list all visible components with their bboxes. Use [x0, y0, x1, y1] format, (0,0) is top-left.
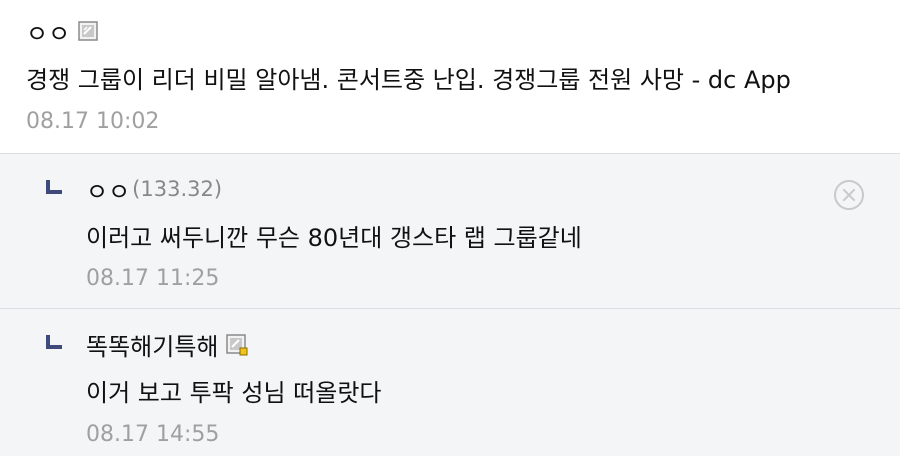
reply-date: 08.17 11:25	[86, 266, 220, 291]
comment-text: 경쟁 그룹이 리더 비밀 알아냄. 콘서트중 난입. 경쟁그룹 전원 사망 - …	[26, 66, 791, 94]
gallog-icon[interactable]	[78, 21, 98, 41]
comment-date: 08.17 10:02	[26, 109, 160, 134]
reply-nickname[interactable]: 똑똑해기특해	[86, 327, 218, 362]
reply-item: ㅇㅇ (133.32) 이러고 써두니깐 무슨 80년대 갱스타 랩 그룹같네 …	[0, 153, 900, 309]
comment-header: ㅇㅇ	[26, 14, 98, 48]
reply-arrow-icon	[46, 335, 62, 349]
delete-comment-button[interactable]	[834, 180, 864, 210]
reply-text: 이러고 써두니깐 무슨 80년대 갱스타 랩 그룹같네	[86, 224, 582, 252]
comment: ㅇㅇ 경쟁 그룹이 리더 비밀 알아냄. 콘서트중 난입. 경쟁그룹 전원 사망…	[0, 0, 900, 153]
reply-text: 이거 보고 투팍 성님 떠올랏다	[86, 379, 382, 407]
reply-item: 똑똑해기특해 이거 보고 투팍 성님 떠올랏다 08.17 14:55	[0, 308, 900, 456]
reply-header: 똑똑해기특해	[86, 327, 248, 362]
comment-nickname[interactable]: ㅇㅇ	[26, 14, 70, 49]
reply-date: 08.17 14:55	[86, 422, 220, 447]
reply-arrow-icon	[46, 180, 62, 194]
reply-ip: (133.32)	[132, 177, 223, 201]
reply-header: ㅇㅇ (133.32)	[86, 172, 222, 206]
gallog-fixed-icon[interactable]	[226, 334, 248, 356]
reply-nickname[interactable]: ㅇㅇ	[86, 172, 130, 207]
